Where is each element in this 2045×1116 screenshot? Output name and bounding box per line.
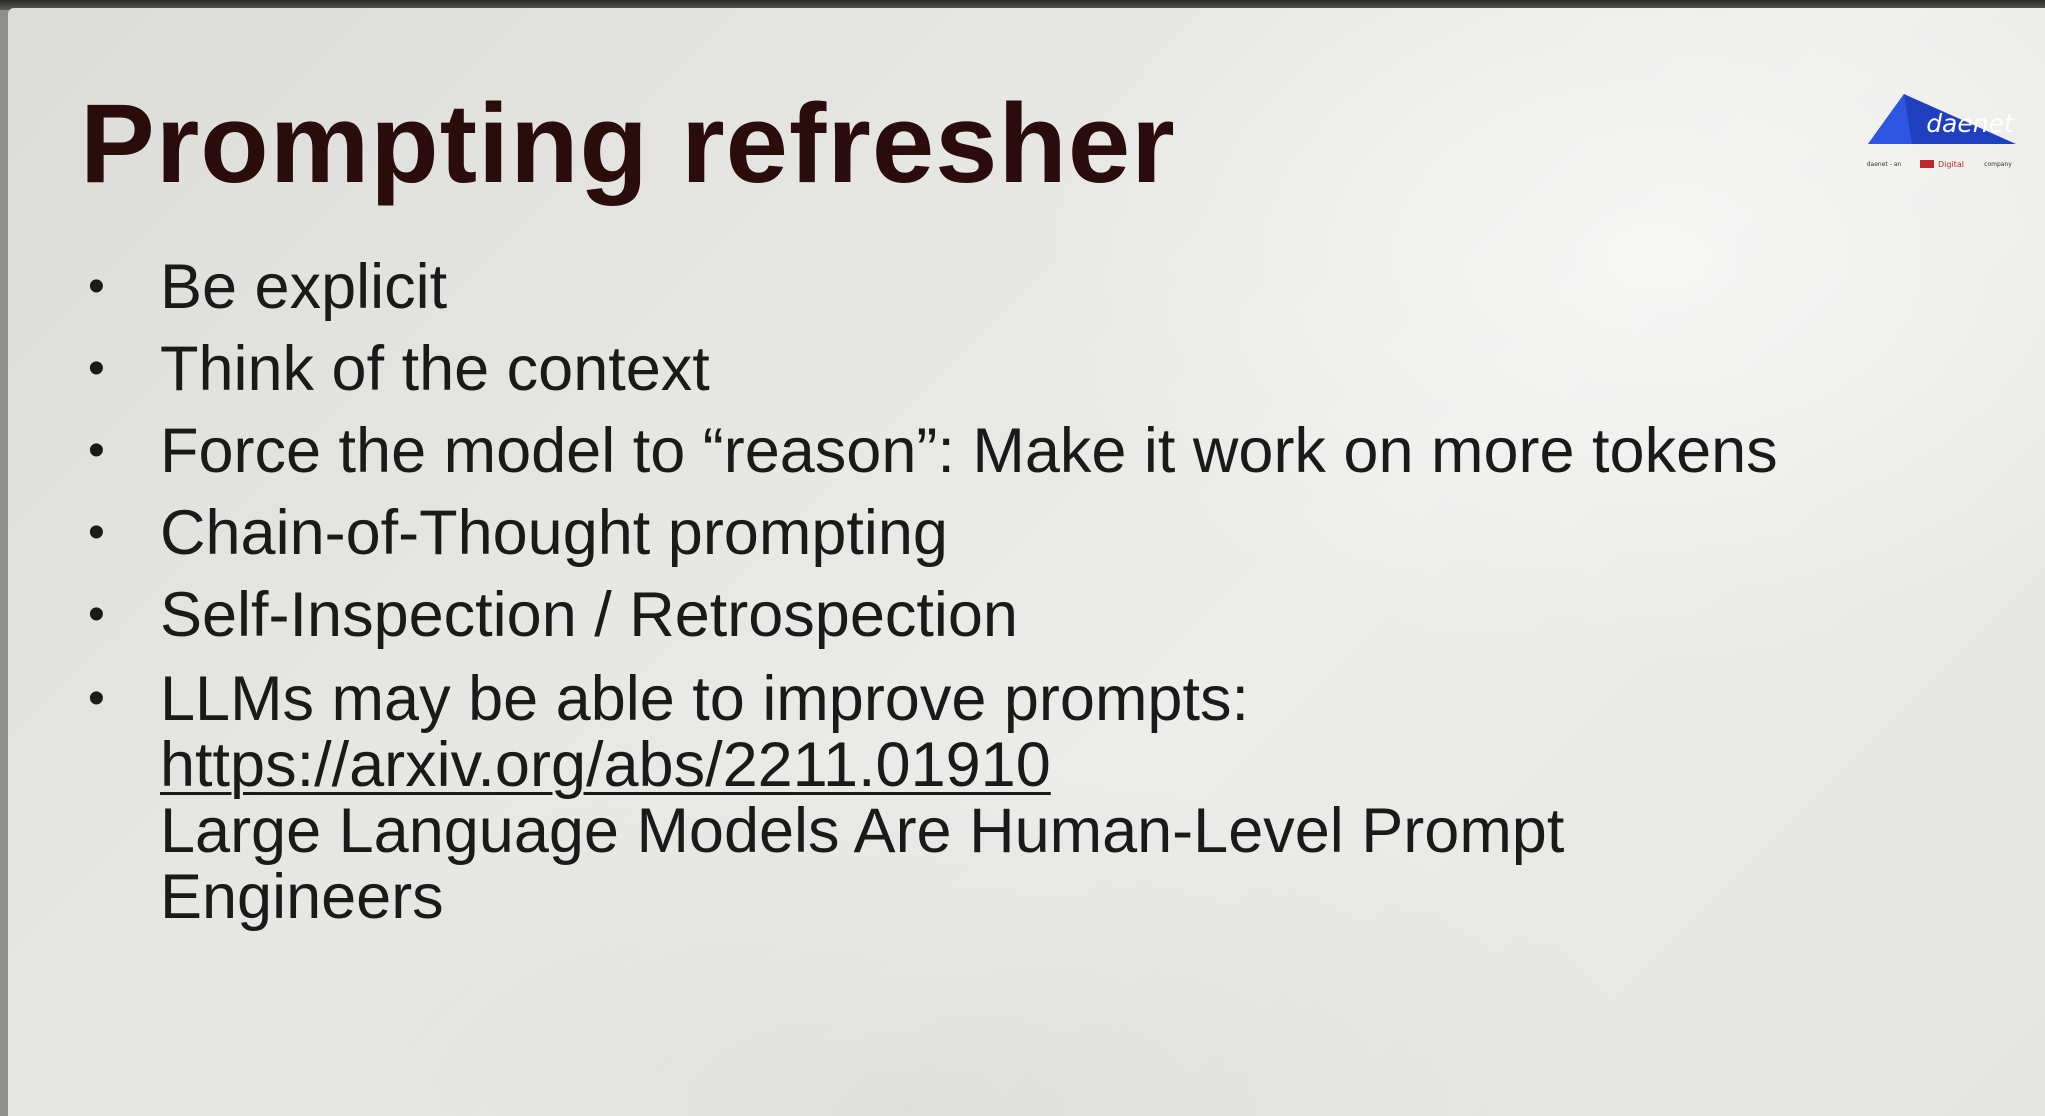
bullet-dot-icon: • [88,424,105,477]
bullet-item-llm-prompts: • LLMs may be able to improve prompts: h… [80,666,2020,930]
bullet-text: Force the model to “reason”: Make it wor… [160,416,1778,486]
arxiv-link[interactable]: https://arxiv.org/abs/2211.01910 [160,732,2020,798]
logo-tagline-badge: Digital [1938,160,1964,169]
bullet-item: • Chain-of-Thought prompting [80,492,2020,574]
logo-tagline-right: company [1984,161,2012,168]
bullet-text: Be explicit [160,252,448,322]
paper-title-line-1: Large Language Models Are Human-Level Pr… [160,796,1565,866]
presentation-slide: Prompting refresher daenet daenet - an D… [8,8,2045,1116]
bullet-text: LLMs may be able to improve prompts: [160,664,1249,734]
bullet-dot-icon: • [88,672,105,725]
logo-wordmark: daenet [1926,109,2015,138]
bullet-dot-icon: • [88,588,105,641]
bullet-dot-icon: • [88,506,105,559]
bullet-text: Think of the context [160,334,710,404]
bullet-dot-icon: • [88,342,105,395]
bullet-item: • Be explicit [80,246,2020,328]
bullet-list: • Be explicit • Think of the context • F… [80,246,2020,930]
bullet-text: Self-Inspection / Retrospection [160,580,1018,650]
logo-badge [1920,160,1934,168]
slide-title: Prompting refresher [80,81,1176,206]
bullet-text: Chain-of-Thought prompting [160,498,948,568]
bullet-dot-icon: • [88,260,105,313]
photo-frame: Prompting refresher daenet daenet - an D… [0,0,2045,1116]
logo-tagline-left: daenet - an [1867,161,1902,168]
paper-title-line-2: Engineers [160,862,444,932]
bullet-item: • Force the model to “reason”: Make it w… [80,410,2020,492]
bullet-item: • Think of the context [80,328,2020,410]
bullet-item: • Self-Inspection / Retrospection [80,574,2020,656]
daenet-logo: daenet daenet - an Digital company [1867,94,2016,169]
